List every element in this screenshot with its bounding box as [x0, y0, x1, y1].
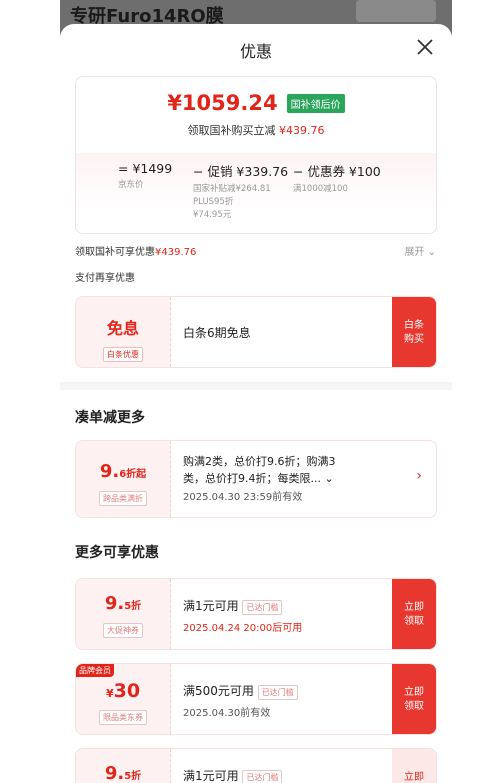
brand-member-badge: 品牌会员 [76, 664, 114, 677]
price-breakdown-card: ¥1059.24 国补领后价 领取国补购买立减 ¥439.76 = ¥1499 … [75, 76, 437, 234]
more-offers-title: 更多可享优惠 [75, 545, 159, 561]
coupon-value: 9.6折起 [99, 461, 147, 482]
threshold-badge: 已达门槛 [257, 685, 298, 700]
calc-jd-price: = ¥1499 京东价 [118, 161, 173, 190]
promo-coupon[interactable]: 9.5折 大促神券 满1元可用 已达门槛 2025.04.24 20:00后可用… [75, 578, 437, 650]
coupon-type-tag: 限品类东券 [99, 710, 147, 725]
coupon-validity: 2025.04.30 23:59前有效 [183, 492, 303, 503]
pay-section-title: 支付再享优惠 [75, 273, 135, 284]
coupon-value: 免息 [106, 319, 139, 338]
coupon-value: 9.5折 [104, 593, 142, 614]
claim-button[interactable]: 立即 领取 [392, 664, 436, 734]
coupon-type-tag: 白条优惠 [103, 347, 143, 362]
coupon-description: 白条6期免息 [183, 326, 251, 340]
coupon-validity: 2025.04.24 20:00后可用 [183, 623, 303, 634]
threshold-badge: 已达门槛 [242, 770, 283, 783]
threshold-badge: 已达门槛 [242, 600, 283, 615]
promo-coupon[interactable]: 9.5折 满1元可用 已达门槛 立即 [75, 748, 437, 783]
expand-toggle[interactable]: 展开 ⌄ [404, 243, 436, 258]
background-button [356, 0, 436, 22]
brand-member-coupon[interactable]: 品牌会员 ¥30 限品类东券 满500元可用 已达门槛 2025.04.30前有… [75, 663, 437, 735]
claim-button[interactable]: 立即 领取 [392, 579, 436, 649]
price-calculation: = ¥1499 京东价 − 促销 ¥339.76 国家补贴减¥264.81 PL… [76, 153, 436, 233]
sheet-title: 优惠 [239, 42, 272, 61]
discount-sheet: 优惠 ¥1059.24 国补领后价 领取国补购买立减 ¥439.76 = ¥14… [60, 24, 452, 783]
close-icon[interactable] [414, 36, 436, 58]
coupon-value: ¥30 [105, 680, 141, 702]
subsidy-price-tag: 国补领后价 [286, 93, 345, 113]
cross-category-coupon[interactable]: 9.6折起 跨品类满折 购满2类，总价打9.6折；购满3 类，总价打9.4折；每… [75, 440, 437, 518]
coupon-type-tag: 跨品类满折 [99, 491, 147, 506]
calc-coupon: − 优惠券 ¥100 满1000减100 [293, 164, 381, 194]
coupon-condition: 满1元可用 已达门槛 [183, 767, 384, 783]
chevron-right-icon[interactable]: › [416, 468, 422, 484]
calc-promotion: − 促销 ¥339.76 国家补贴减¥264.81 PLUS95折 ¥74.95… [193, 164, 289, 220]
claim-button[interactable]: 立即 [392, 749, 436, 783]
baitiao-buy-button[interactable]: 白条 购买 [392, 297, 436, 367]
baitiao-coupon[interactable]: 免息 白条优惠 白条6期免息 白条 购买 [75, 296, 437, 368]
final-price: ¥1059.24 [167, 91, 278, 115]
subsidy-notice: 领取国补可享优惠¥439.76 [75, 247, 197, 258]
coupon-value: 9.5折 [104, 763, 142, 783]
coupon-condition: 满1元可用 已达门槛 [183, 597, 384, 615]
coupon-validity: 2025.04.30前有效 [183, 708, 271, 719]
coupon-type-tag: 大促神券 [103, 623, 143, 638]
section-divider [60, 382, 452, 390]
coupon-condition: 满500元可用 已达门槛 [183, 682, 384, 700]
sheet-header: 优惠 [60, 24, 452, 74]
coupon-description: 购满2类，总价打9.6折；购满3 类，总价打9.4折；每类限... ⌄ [183, 455, 336, 485]
subsidy-saving-line: 领取国补购买立减 ¥439.76 [187, 124, 325, 137]
more-deals-title: 凑单减更多 [75, 410, 145, 426]
